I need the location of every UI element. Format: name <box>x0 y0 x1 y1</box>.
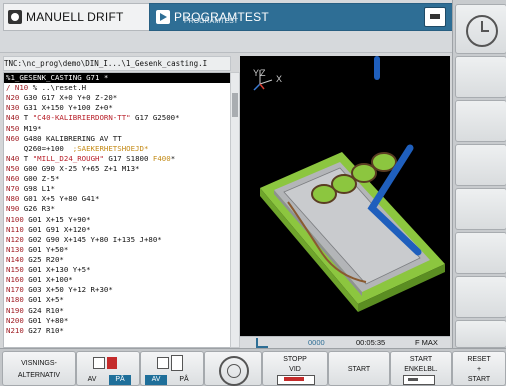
workpiece-3d-view: Y Z X <box>253 56 445 312</box>
program-line[interactable]: Q260=+100 ;SAEKERHETSHOEJD* <box>4 144 230 154</box>
clock-icon <box>466 15 498 47</box>
axis-y-label: Y <box>253 68 259 78</box>
program-line[interactable]: N40 T "MILL_D24_ROUGH" G17 S1800 F400* <box>4 154 230 164</box>
program-line[interactable]: N80 G01 X+5 Y+80 G41* <box>4 194 230 204</box>
softkey-bar: VISNINGS- ALTERNATIV AV PÅ AV PÅ STOPP V… <box>0 348 506 386</box>
program-line[interactable]: N50 M19* <box>4 124 230 134</box>
feed-value: F MAX <box>415 338 438 347</box>
start-label: START <box>347 366 371 373</box>
vertical-softkey-5[interactable] <box>455 232 506 274</box>
vertical-softkey-3[interactable] <box>455 144 506 186</box>
reset-start-softkey[interactable]: RESET + START <box>452 351 506 386</box>
program-line[interactable]: N190 G24 R10* <box>4 306 230 316</box>
block-skip-softkey[interactable]: AV PÅ <box>76 351 140 386</box>
screen-layout-icon[interactable] <box>424 7 446 27</box>
program-line[interactable]: N20 G30 G17 X+0 Y+0 Z-20* <box>4 93 230 103</box>
block-skip-off[interactable]: AV <box>81 375 103 385</box>
reset-line3: START <box>467 376 491 383</box>
program-line[interactable]: N60 G480 KALIBRERING AV TT <box>4 134 230 144</box>
clock-button[interactable] <box>455 4 506 54</box>
program-line[interactable]: N170 G03 X+50 Y+12 R+30* <box>4 285 230 295</box>
reset-line1: RESET <box>467 356 491 363</box>
program-line[interactable]: %1_GESENK_CASTING G71 * <box>4 73 230 84</box>
stop-at-line1: STOPP <box>283 356 307 363</box>
view-icon[interactable] <box>256 338 268 348</box>
program-line[interactable]: N30 G31 X+150 Y+100 Z+0* <box>4 103 230 113</box>
axis-z-label: Z <box>260 68 266 78</box>
single-block-icon <box>403 375 435 385</box>
mode-program-sublabel: PROGRAMTEST <box>184 18 239 25</box>
listing-scrollbar[interactable] <box>230 72 240 348</box>
simulation-graphic: Y Z X <box>240 56 450 336</box>
start-single-line2: ENKELBL. <box>404 366 438 373</box>
machine-icon <box>8 10 22 24</box>
mode-manual-tab[interactable]: MANUELL DRIFT <box>3 3 150 31</box>
axis-indicator: Y Z X <box>253 68 282 91</box>
vertical-softkey-column <box>452 0 506 348</box>
axis-x-label: X <box>276 74 282 84</box>
program-line[interactable]: N70 G98 L1* <box>4 184 230 194</box>
optional-stop-on[interactable]: PÅ <box>173 375 195 385</box>
program-line[interactable]: N150 G01 X+130 Y+5* <box>4 265 230 275</box>
program-line[interactable]: N90 G26 R3* <box>4 204 230 214</box>
mode-header: MANUELL DRIFT PROGRAMTEST PROGRAMTEST <box>0 0 453 53</box>
start-single-line1: START <box>409 356 433 363</box>
tool-icon <box>374 56 380 80</box>
display-options-line2: ALTERNATIV <box>17 372 61 379</box>
vertical-softkey-4[interactable] <box>455 188 506 230</box>
program-line[interactable]: N110 G01 G91 X+120* <box>4 225 230 235</box>
block-skip-on[interactable]: PÅ <box>109 375 131 385</box>
progress-dots: 0000 <box>308 338 325 347</box>
mode-program-tab[interactable]: PROGRAMTEST PROGRAMTEST <box>149 3 453 31</box>
program-line[interactable]: N140 G25 R20* <box>4 255 230 265</box>
gauge-softkey[interactable] <box>204 351 262 386</box>
stop-at-line2: VID <box>289 366 301 373</box>
program-line[interactable]: N120 G02 G90 X+145 Y+80 I+135 J+80* <box>4 235 230 245</box>
gauge-icon <box>219 356 249 386</box>
program-path: TNC:\nc_prog\demo\DIN_I...\1_Gesenk_cast… <box>3 56 231 71</box>
display-options-line1: VISNINGS- <box>21 360 57 367</box>
mode-manual-label: MANUELL DRIFT <box>26 10 124 24</box>
vertical-softkey-7[interactable] <box>455 320 506 348</box>
vertical-softkey-2[interactable] <box>455 100 506 142</box>
start-single-block-softkey[interactable]: START ENKELBL. <box>390 351 452 386</box>
run-time: 00:05:35 <box>356 338 386 347</box>
optional-stop-softkey[interactable]: AV PÅ <box>140 351 204 386</box>
program-line[interactable]: / N10 % ..\reset.H <box>4 83 230 93</box>
vertical-softkey-1[interactable] <box>455 56 506 98</box>
reset-line2: + <box>476 366 482 373</box>
program-line[interactable]: N50 G00 G90 X-25 Y+65 Z+1 M13* <box>4 164 230 174</box>
program-run-icon <box>156 10 170 24</box>
stop-at-softkey[interactable]: STOPP VID <box>262 351 328 386</box>
scrollbar-thumb[interactable] <box>232 93 238 117</box>
start-softkey[interactable]: START <box>328 351 390 386</box>
program-line[interactable]: N210 G27 R10* <box>4 326 230 336</box>
program-listing[interactable]: %1_GESENK_CASTING G71 * / N10 % ..\reset.… <box>3 72 231 348</box>
stop-at-icon <box>277 375 315 385</box>
program-line[interactable]: N60 G00 Z-5* <box>4 174 230 184</box>
block-skip-icon <box>93 355 119 371</box>
program-line[interactable]: N160 G01 X+100* <box>4 275 230 285</box>
program-line[interactable]: N100 G01 X+15 Y+90* <box>4 215 230 225</box>
program-line[interactable]: N200 G01 Y+80* <box>4 316 230 326</box>
display-options-softkey[interactable]: VISNINGS- ALTERNATIV <box>2 351 76 386</box>
optional-stop-icon <box>157 355 183 371</box>
optional-stop-off[interactable]: AV <box>145 375 167 385</box>
program-line[interactable]: N180 G01 X+5* <box>4 295 230 305</box>
program-line[interactable]: N130 G01 Y+50* <box>4 245 230 255</box>
program-line[interactable]: N40 T "C40-KALIBRIERDORN-TT" G17 G2500* <box>4 113 230 123</box>
vertical-softkey-6[interactable] <box>455 276 506 318</box>
